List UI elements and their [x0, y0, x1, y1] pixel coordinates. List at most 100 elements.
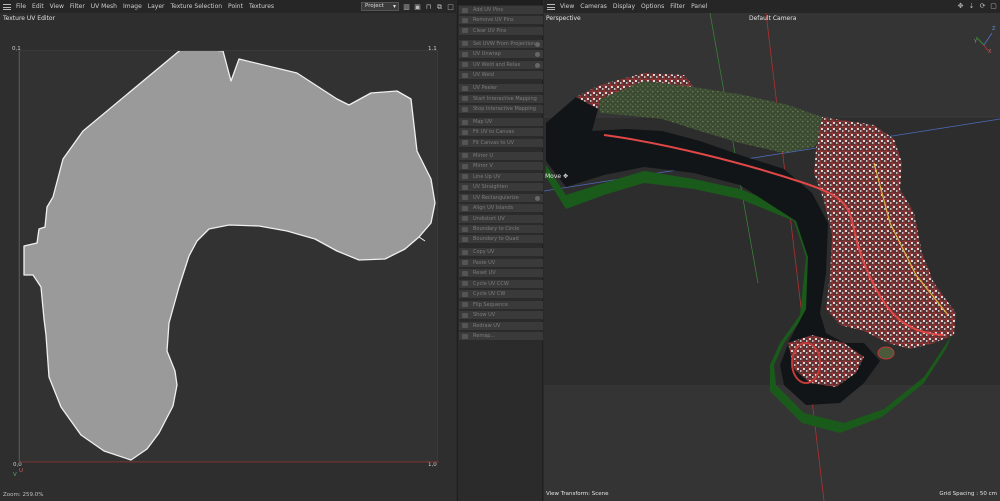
- command-icon: [462, 51, 468, 57]
- uv-command-cycle-uv-ccw[interactable]: Cycle UV CCW: [459, 279, 543, 289]
- maximize-icon[interactable]: ▢: [990, 2, 997, 10]
- uv-command-line-up-uv[interactable]: Line Up UV: [459, 172, 543, 182]
- command-icon: [462, 41, 468, 47]
- viewport-menu-icon[interactable]: [547, 3, 555, 10]
- viewport-menu-panel[interactable]: Panel: [691, 3, 707, 10]
- uv-command-clear-uv-pins[interactable]: Clear UV Pins: [459, 26, 543, 36]
- command-label: Cycle UV CW: [473, 291, 506, 298]
- command-icon: [462, 249, 468, 255]
- uv-island[interactable]: [23, 46, 436, 461]
- uv-command-flip-sequence[interactable]: Flip Sequence: [459, 300, 543, 310]
- command-icon: [462, 226, 468, 232]
- uv-command-cycle-uv-cw[interactable]: Cycle UV CW: [459, 290, 543, 300]
- uv-command-uv-straighten[interactable]: UV Straighten: [459, 183, 543, 193]
- command-label: Fit UV to Canvas: [473, 129, 515, 136]
- uv-command-show-uv[interactable]: Show UV: [459, 311, 543, 321]
- pan-icon[interactable]: ✥: [957, 2, 964, 10]
- command-icon: [462, 216, 468, 222]
- uv-menu-view[interactable]: View: [50, 3, 64, 10]
- uv-command-undistort-uv[interactable]: Undistort UV: [459, 214, 543, 224]
- dolly-icon[interactable]: ⇣: [968, 2, 975, 10]
- viewport-panel: View Cameras Display Options Filter Pane…: [544, 0, 1000, 501]
- uv-command-copy-uv[interactable]: Copy UV: [459, 248, 543, 258]
- uv-menu-textures[interactable]: Textures: [249, 3, 274, 10]
- uv-command-add-uv-pins[interactable]: Add UV Pins: [459, 6, 543, 15]
- uv-menu-layer[interactable]: Layer: [148, 3, 165, 10]
- uv-command-stop-interactive-mapping[interactable]: Stop Interactive Mapping: [459, 105, 543, 115]
- gear-icon[interactable]: [535, 195, 540, 201]
- move-icon: ✥: [563, 173, 569, 180]
- command-label: Remap...: [473, 333, 496, 339]
- uv-command-align-uv-islands[interactable]: Align UV Islands: [459, 204, 543, 214]
- command-icon: [462, 291, 468, 297]
- uv-menu-edit[interactable]: Edit: [32, 3, 44, 10]
- uv-menu-filter[interactable]: Filter: [70, 3, 85, 10]
- uv-command-boundary-to-circle[interactable]: Boundary to Circle: [459, 225, 543, 234]
- command-icon: [462, 62, 468, 68]
- gear-icon[interactable]: [535, 62, 540, 68]
- orbit-icon[interactable]: ⟳: [979, 2, 986, 10]
- uv-canvas[interactable]: [18, 46, 439, 463]
- histogram-icon[interactable]: ▥: [403, 3, 410, 11]
- expand-icon[interactable]: □: [447, 3, 454, 11]
- command-label: Paste UV: [473, 259, 496, 266]
- command-icon: [462, 96, 468, 102]
- gizmo-y: [975, 36, 985, 46]
- command-icon: [462, 17, 468, 23]
- gear-icon[interactable]: [535, 52, 540, 58]
- uv-commands-panel: Add UV Pins Remove UV Pins Clear UV Pins Se…: [457, 0, 543, 501]
- command-icon: [462, 260, 468, 266]
- menu-icon[interactable]: [3, 3, 11, 10]
- uv-island-svg: [19, 46, 439, 463]
- uv-command-boundary-to-quad[interactable]: Boundary to Quad: [459, 235, 543, 245]
- command-icon: [462, 281, 468, 287]
- viewport-menu-cameras[interactable]: Cameras: [580, 3, 607, 10]
- panel-title: Texture UV Editor: [3, 15, 56, 22]
- view-name: Perspective: [546, 15, 581, 22]
- uv-command-remap[interactable]: Remap...: [459, 332, 543, 341]
- uv-command-mirror-v[interactable]: Mirror V: [459, 162, 543, 172]
- uv-menu-file[interactable]: File: [16, 3, 26, 10]
- viewport-menu-display[interactable]: Display: [613, 3, 635, 10]
- command-label: UV Weld: [473, 72, 494, 79]
- command-icon: [462, 184, 468, 190]
- uv-command-remove-uv-pins[interactable]: Remove UV Pins: [459, 16, 543, 26]
- command-label: Clear UV Pins: [473, 27, 507, 34]
- uv-menu-texture-selection[interactable]: Texture Selection: [171, 3, 223, 10]
- command-label: Set UVW From Projection: [473, 40, 536, 47]
- uv-menu-uv-mesh[interactable]: UV Mesh: [91, 3, 117, 10]
- perspective-viewport[interactable]: Perspective Default Camera Move ✥ Y Z X …: [544, 13, 1000, 501]
- uv-command-uv-rectangularize[interactable]: UV Rectangularize: [459, 193, 543, 203]
- uv-command-paste-uv[interactable]: Paste UV: [459, 258, 543, 268]
- uv-command-reset-uv[interactable]: Reset UV: [459, 269, 543, 279]
- uv-menu-image[interactable]: Image: [123, 3, 142, 10]
- viewport-menu-filter[interactable]: Filter: [670, 3, 685, 10]
- uv-command-redraw-uv[interactable]: Redraw UV: [459, 321, 543, 331]
- uv-command-mirror-u[interactable]: Mirror U: [459, 151, 543, 161]
- zoom-status: Zoom: 259.0%: [3, 492, 44, 498]
- command-icon: [462, 205, 468, 211]
- viewport-menu-options[interactable]: Options: [641, 3, 664, 10]
- lock-icon[interactable]: ⊓: [425, 3, 432, 11]
- uv-menu-point[interactable]: Point: [228, 3, 243, 10]
- uv-command-set-uvw-from-projection[interactable]: Set UVW From Projection: [459, 39, 543, 49]
- save-icon[interactable]: ▣: [414, 3, 421, 11]
- camera-label[interactable]: Default Camera: [749, 15, 796, 22]
- project-select[interactable]: Project: [361, 2, 399, 11]
- uv-command-map-uv[interactable]: Map UV: [459, 118, 543, 127]
- gizmo-label-z: Z: [992, 26, 996, 32]
- uv-command-start-interactive-mapping[interactable]: Start Interactive Mapping: [459, 94, 543, 104]
- command-label: Remove UV Pins: [473, 17, 514, 24]
- gizmo-label-x: X: [988, 49, 992, 55]
- gear-icon[interactable]: [535, 41, 540, 47]
- link-icon[interactable]: ⧉: [436, 3, 443, 11]
- uv-command-uv-weld-and-relax[interactable]: UV Weld and Relax: [459, 60, 543, 70]
- uv-command-uv-peeler[interactable]: UV Peeler: [459, 84, 543, 94]
- uv-command-fit-canvas-to-uv[interactable]: Fit Canvas to UV: [459, 138, 543, 148]
- viewport-menu-view[interactable]: View: [560, 3, 574, 10]
- uv-command-uv-weld[interactable]: UV Weld: [459, 71, 543, 81]
- command-icon: [462, 174, 468, 180]
- uv-command-fit-uv-to-canvas[interactable]: Fit UV to Canvas: [459, 128, 543, 138]
- command-label: Reset UV: [473, 270, 496, 277]
- uv-command-uv-unwrap[interactable]: UV Unwrap: [459, 50, 543, 60]
